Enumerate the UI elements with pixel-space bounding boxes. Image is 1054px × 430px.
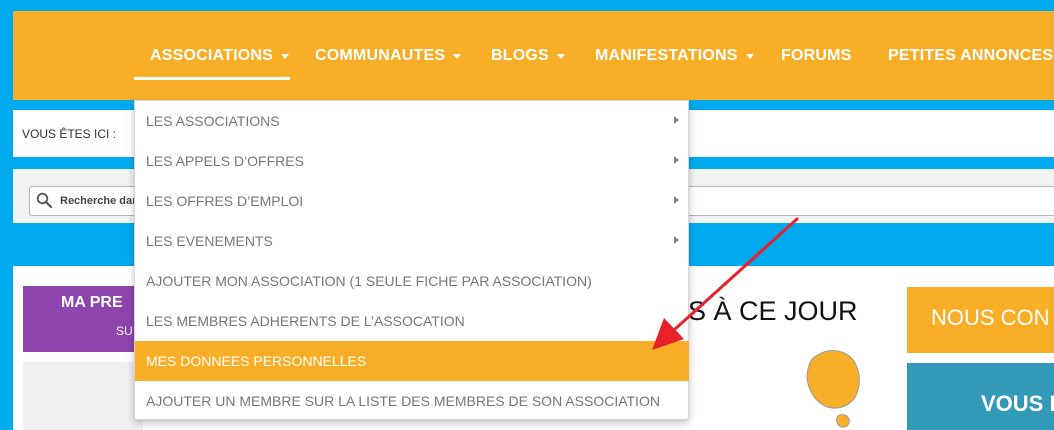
account-banner[interactable]: VOUS E: [907, 363, 1054, 430]
purple-promo-box[interactable]: MA PRE SU: [23, 286, 143, 352]
nav-petites-annonces[interactable]: PETITES ANNONCES: [888, 11, 1053, 100]
menu-item-membres-adherents[interactable]: LES MEMBRES ADHERENTS DE L’ASSOCATION: [135, 301, 689, 341]
nav-manifestations-label: MANIFESTATIONS: [595, 46, 738, 64]
menu-item-label: LES ASSOCIATIONS: [146, 113, 280, 129]
nav-manifestations[interactable]: MANIFESTATIONS: [595, 11, 754, 100]
menu-item-offres-emploi[interactable]: LES OFFRES D’EMPLOI: [135, 181, 689, 221]
nav-communautes-label: COMMUNAUTES: [315, 46, 446, 64]
grey-panel: [23, 362, 143, 430]
chevron-right-icon: [674, 196, 679, 204]
nav-forums[interactable]: FORUMS: [781, 11, 852, 100]
caret-down-icon: [453, 53, 462, 59]
menu-item-label: LES OFFRES D’EMPLOI: [146, 193, 304, 209]
island-map: [806, 350, 860, 428]
purple-box-subtitle: SU: [116, 324, 133, 338]
contact-banner[interactable]: NOUS CON: [907, 287, 1054, 353]
chevron-right-icon: [674, 156, 679, 164]
caret-down-icon: [556, 53, 565, 59]
nav-associations-label: ASSOCIATIONS: [150, 46, 274, 64]
section-heading: ES À CE JOUR: [670, 296, 858, 326]
nav-active-indicator: [134, 77, 290, 80]
nav-blogs-label: BLOGS: [491, 46, 549, 64]
menu-item-label: AJOUTER MON ASSOCIATION (1 SEULE FICHE P…: [146, 273, 592, 289]
menu-item-les-associations[interactable]: LES ASSOCIATIONS: [135, 101, 689, 141]
nav-petites-annonces-label: PETITES ANNONCES: [888, 46, 1054, 64]
contact-banner-text: NOUS CON: [931, 305, 1050, 330]
nav-blogs[interactable]: BLOGS: [491, 11, 565, 100]
caret-down-icon: [281, 53, 290, 59]
menu-item-label: MES DONNEES PERSONNELLES: [146, 353, 367, 369]
purple-box-title: MA PRE: [61, 294, 123, 311]
menu-item-evenements[interactable]: LES EVENEMENTS: [135, 221, 689, 261]
search-icon: [36, 192, 52, 208]
menu-item-label: LES APPELS D’OFFRES: [146, 153, 304, 169]
chevron-right-icon: [674, 236, 679, 244]
caret-down-icon: [745, 53, 754, 59]
menu-item-label: LES EVENEMENTS: [146, 233, 273, 249]
nav-associations[interactable]: ASSOCIATIONS: [150, 11, 290, 100]
menu-item-ajouter-membre[interactable]: AJOUTER UN MEMBRE SUR LA LISTE DES MEMBR…: [135, 381, 689, 421]
menu-item-label: AJOUTER UN MEMBRE SUR LA LISTE DES MEMBR…: [146, 393, 660, 409]
associations-dropdown-menu: LES ASSOCIATIONS LES APPELS D’OFFRES LES…: [134, 100, 689, 420]
menu-item-mes-donnees-personnelles[interactable]: MES DONNEES PERSONNELLES: [135, 341, 689, 381]
menu-item-ajouter-association[interactable]: AJOUTER MON ASSOCIATION (1 SEULE FICHE P…: [135, 261, 689, 301]
nav-forums-label: FORUMS: [781, 46, 852, 64]
menu-item-label: LES MEMBRES ADHERENTS DE L’ASSOCATION: [146, 313, 465, 329]
account-banner-text: VOUS E: [981, 391, 1054, 416]
nav-communautes[interactable]: COMMUNAUTES: [315, 11, 462, 100]
main-navbar: ASSOCIATIONS COMMUNAUTES BLOGS MANIFESTA…: [13, 11, 1054, 100]
menu-item-appels-offres[interactable]: LES APPELS D’OFFRES: [135, 141, 689, 181]
breadcrumb-label: VOUS ÊTES ICI :: [22, 127, 117, 141]
chevron-right-icon: [674, 116, 679, 124]
